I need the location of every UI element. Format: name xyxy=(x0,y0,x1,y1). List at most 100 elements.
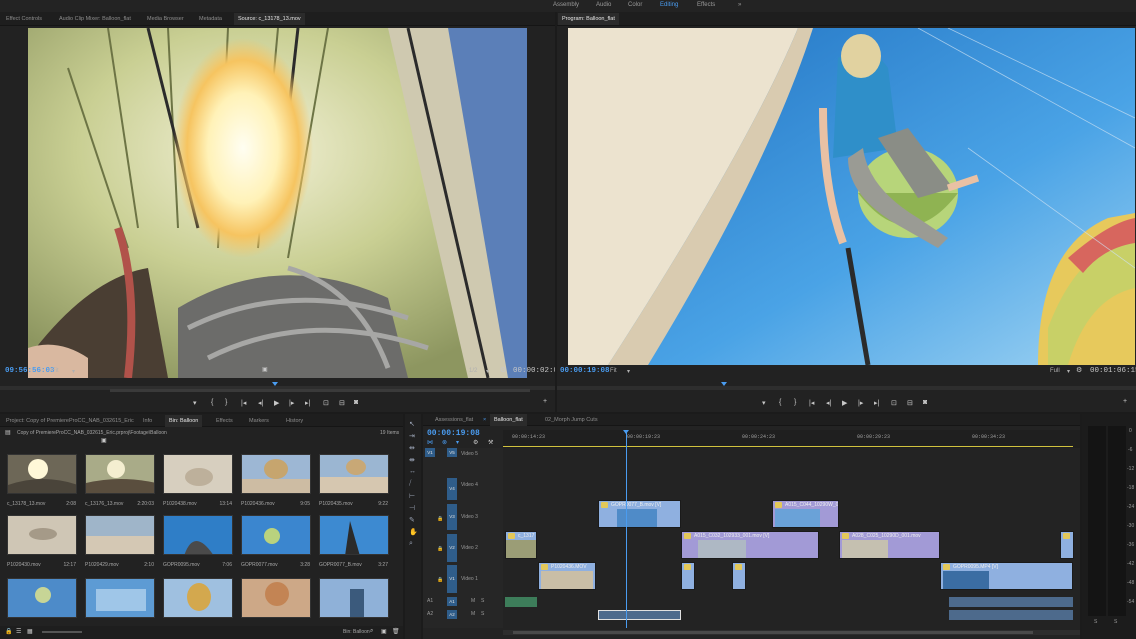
snap-icon[interactable]: ⋈ xyxy=(427,439,433,446)
step-back-icon[interactable]: ◂| xyxy=(826,399,831,407)
trash-icon[interactable]: 🗑 xyxy=(392,628,400,635)
clip-thumbnail[interactable] xyxy=(241,454,311,494)
source-video-frame[interactable] xyxy=(28,28,527,378)
new-item-icon[interactable]: ▣ xyxy=(381,628,387,635)
tab-markers[interactable]: Markers xyxy=(249,418,269,424)
chevron-down-icon[interactable]: ▾ xyxy=(627,368,630,375)
step-back-icon[interactable]: ◂| xyxy=(258,399,263,407)
workspace-color[interactable]: Color xyxy=(628,2,642,8)
timeline-clip-video[interactable]: GOPR0095.MP4 [V] xyxy=(940,562,1073,590)
tab-assessions-flat[interactable]: Assessions_flat xyxy=(435,417,473,423)
in-icon[interactable]: { xyxy=(779,399,781,406)
lock-icon[interactable]: 🔒 xyxy=(5,628,12,635)
in-icon[interactable]: { xyxy=(211,399,213,406)
clip-thumbnail[interactable] xyxy=(241,515,311,555)
insert-icon[interactable]: ⊡ xyxy=(323,399,329,407)
clip-thumbnail[interactable] xyxy=(7,454,77,494)
icon-view-icon[interactable]: ▦ xyxy=(27,628,33,635)
timeline-clip-video[interactable]: GOPR0077_B.mov [V] xyxy=(598,500,681,528)
timeline-clip-video[interactable]: A015_C032_102933_001.mov [V] xyxy=(681,531,819,559)
track-select-icon[interactable]: ⇥ xyxy=(409,432,415,440)
mute-button[interactable]: M xyxy=(471,598,475,604)
solo-right-button[interactable]: S xyxy=(1114,619,1117,625)
timeline-clip-audio[interactable] xyxy=(505,597,537,607)
clip-thumbnail[interactable] xyxy=(319,578,389,618)
rate-stretch-icon[interactable]: ↔ xyxy=(409,468,416,475)
workspace-assembly[interactable]: Assembly xyxy=(553,2,579,8)
razor-tool-icon[interactable]: ⧸ xyxy=(409,480,411,488)
source-zoom-bar[interactable] xyxy=(110,389,530,392)
go-in-icon[interactable]: |◂ xyxy=(241,399,246,407)
clip-thumbnail[interactable] xyxy=(85,515,155,555)
timeline-clip-audio[interactable] xyxy=(949,597,1073,607)
export-frame-icon[interactable]: ◙ xyxy=(923,399,927,406)
add-button-icon[interactable]: + xyxy=(543,398,547,405)
wrench-icon[interactable]: ⚙ xyxy=(1076,366,1082,374)
timeline-playhead-handle[interactable] xyxy=(623,430,629,434)
clip-thumbnail[interactable] xyxy=(319,454,389,494)
workspace-effects[interactable]: Effects xyxy=(697,2,715,8)
work-area-bar[interactable] xyxy=(503,446,1073,447)
clip-thumbnail[interactable] xyxy=(85,578,155,618)
lock-icon[interactable]: 🔒 xyxy=(437,516,443,522)
lift-icon[interactable]: ⊡ xyxy=(891,399,897,407)
tab-history[interactable]: History xyxy=(286,418,303,424)
out-icon[interactable]: } xyxy=(794,399,796,406)
timeline-timecode[interactable]: 00:00:19:08 xyxy=(427,429,480,438)
tab-media-browser[interactable]: Media Browser xyxy=(147,16,184,22)
tab-bin-balloon[interactable]: Bin: Balloon xyxy=(165,415,203,427)
lock-icon[interactable]: 🔒 xyxy=(437,546,443,552)
program-video-frame[interactable] xyxy=(568,28,1135,365)
selection-tool-icon[interactable]: ↖ xyxy=(409,420,415,428)
zoom-tool-icon[interactable]: ⌕ xyxy=(409,540,413,548)
tab-info[interactable]: Info xyxy=(143,418,152,424)
tab-effects[interactable]: Effects xyxy=(216,418,233,424)
new-bin-icon[interactable]: ▣ xyxy=(101,437,107,444)
slide-tool-icon[interactable]: ⊣ xyxy=(409,504,415,512)
time-ruler[interactable]: 00:00:14:23 00:00:19:23 00:00:24:23 00:0… xyxy=(503,430,1080,448)
solo-button[interactable]: S xyxy=(481,598,484,604)
target-track-a2[interactable]: A2 xyxy=(447,610,457,619)
list-view-icon[interactable]: ☰ xyxy=(16,628,21,635)
play-icon[interactable]: ▶ xyxy=(274,399,279,407)
add-marker-icon[interactable]: ▾ xyxy=(456,439,459,446)
program-resolution-dropdown[interactable]: Full xyxy=(1050,368,1060,374)
thumbnail-zoom-slider[interactable] xyxy=(42,631,82,633)
chevron-down-icon[interactable]: ▾ xyxy=(1067,368,1070,375)
target-track-v1[interactable]: V1 xyxy=(447,565,457,593)
hand-tool-icon[interactable]: ✋ xyxy=(409,528,418,536)
timeline-clip-video[interactable]: P1020436.MOV xyxy=(538,562,596,590)
tab-metadata[interactable]: Metadata xyxy=(199,16,222,22)
wrench-icon[interactable]: ⚒ xyxy=(488,439,493,446)
search-icon[interactable]: ⌕ xyxy=(370,628,373,635)
rolling-edit-icon[interactable]: ⇼ xyxy=(409,456,415,464)
timeline-scrollbar[interactable] xyxy=(503,630,1080,635)
target-track-v5[interactable]: V5 xyxy=(447,448,457,457)
chevron-down-icon[interactable]: ▾ xyxy=(72,368,75,375)
mute-button[interactable]: M xyxy=(471,611,475,617)
linked-selection-icon[interactable]: ⊗ xyxy=(442,439,447,446)
tab-balloon-flat[interactable]: Balloon_flat xyxy=(490,414,527,426)
timeline-clip-video[interactable]: c_1317 xyxy=(505,531,537,559)
go-out-icon[interactable]: ▸| xyxy=(874,399,879,407)
source-patch-v1[interactable]: V1 xyxy=(425,448,435,457)
tab-source[interactable]: Source: c_13178_13.mov xyxy=(234,13,305,25)
ripple-edit-icon[interactable]: ⇹ xyxy=(409,444,415,452)
scrollbar-thumb[interactable] xyxy=(513,631,1033,634)
settings-icon[interactable]: ⚙ xyxy=(473,439,478,446)
timeline-clip-video[interactable] xyxy=(1060,531,1074,559)
source-fit-dropdown[interactable]: Fit xyxy=(52,368,59,374)
solo-button[interactable]: S xyxy=(481,611,484,617)
target-track-v2[interactable]: V2 xyxy=(447,534,457,562)
clip-thumbnail[interactable] xyxy=(163,454,233,494)
source-playhead[interactable] xyxy=(272,382,278,386)
program-playhead[interactable] xyxy=(721,382,727,386)
timeline-tracks-area[interactable]: GOPR0077_B.mov [V] A015_C044_10290W_0 c_… xyxy=(503,430,1080,628)
tab-project[interactable]: Project: Copy of PremiereProCC_NAB_03261… xyxy=(6,418,134,424)
export-frame-icon[interactable]: ◙ xyxy=(354,399,358,406)
step-forward-icon[interactable]: |▸ xyxy=(289,399,294,407)
workspace-audio[interactable]: Audio xyxy=(596,2,611,8)
clip-thumbnail[interactable] xyxy=(241,578,311,618)
step-forward-icon[interactable]: |▸ xyxy=(858,399,863,407)
play-icon[interactable]: ▶ xyxy=(842,399,847,407)
